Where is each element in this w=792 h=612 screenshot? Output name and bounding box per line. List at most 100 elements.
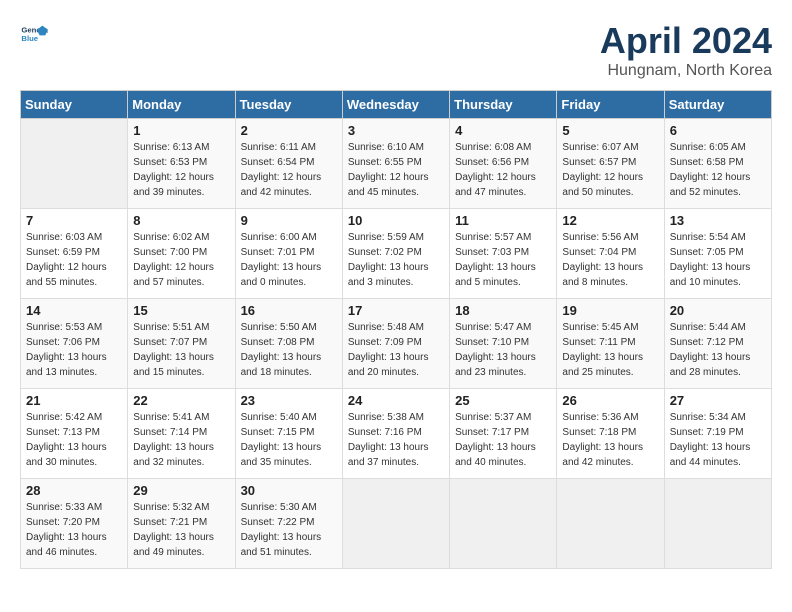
calendar-cell: 29 Sunrise: 5:32 AM Sunset: 7:21 PM Dayli… bbox=[128, 479, 235, 569]
day-header: Saturday bbox=[664, 91, 771, 119]
day-number: 24 bbox=[348, 393, 444, 408]
day-info: Sunrise: 5:32 AM Sunset: 7:21 PM Dayligh… bbox=[133, 500, 229, 560]
day-number: 23 bbox=[241, 393, 337, 408]
day-info: Sunrise: 6:00 AM Sunset: 7:01 PM Dayligh… bbox=[241, 230, 337, 290]
day-number: 13 bbox=[670, 213, 766, 228]
day-number: 27 bbox=[670, 393, 766, 408]
calendar-week-row: 21 Sunrise: 5:42 AM Sunset: 7:13 PM Dayli… bbox=[21, 389, 772, 479]
calendar-cell: 4Sunrise: 6:08 AM Sunset: 6:56 PM Daylig… bbox=[450, 119, 557, 209]
calendar-cell: 20Sunrise: 5:44 AM Sunset: 7:12 PM Dayli… bbox=[664, 299, 771, 389]
day-number: 15 bbox=[133, 303, 229, 318]
day-number: 9 bbox=[241, 213, 337, 228]
day-number: 18 bbox=[455, 303, 551, 318]
day-number: 22 bbox=[133, 393, 229, 408]
calendar-cell bbox=[21, 119, 128, 209]
day-number: 8 bbox=[133, 213, 229, 228]
calendar-cell bbox=[664, 479, 771, 569]
day-info: Sunrise: 6:05 AM Sunset: 6:58 PM Dayligh… bbox=[670, 140, 766, 200]
day-number: 26 bbox=[562, 393, 658, 408]
calendar-cell bbox=[557, 479, 664, 569]
calendar-cell: 24 Sunrise: 5:38 AM Sunset: 7:16 PM Dayli… bbox=[342, 389, 449, 479]
title-area: April 2024 Hungnam, North Korea bbox=[600, 20, 772, 80]
day-info: Sunrise: 5:54 AM Sunset: 7:05 PM Dayligh… bbox=[670, 230, 766, 290]
calendar-cell: 7Sunrise: 6:03 AM Sunset: 6:59 PM Daylig… bbox=[21, 209, 128, 299]
day-number: 5 bbox=[562, 123, 658, 138]
day-info: Sunrise: 6:13 AM Sunset: 6:53 PM Dayligh… bbox=[133, 140, 229, 200]
day-number: 30 bbox=[241, 483, 337, 498]
day-info: Sunrise: 5:57 AM Sunset: 7:03 PM Dayligh… bbox=[455, 230, 551, 290]
day-number: 6 bbox=[670, 123, 766, 138]
day-number: 2 bbox=[241, 123, 337, 138]
day-info: Sunrise: 5:41 AM Sunset: 7:14 PM Dayligh… bbox=[133, 410, 229, 470]
svg-text:Blue: Blue bbox=[21, 34, 38, 43]
day-number: 11 bbox=[455, 213, 551, 228]
day-number: 10 bbox=[348, 213, 444, 228]
logo-icon: General Blue bbox=[20, 20, 48, 48]
calendar-cell: 17 Sunrise: 5:48 AM Sunset: 7:09 PM Dayli… bbox=[342, 299, 449, 389]
day-header: Monday bbox=[128, 91, 235, 119]
calendar-cell: 16Sunrise: 5:50 AM Sunset: 7:08 PM Dayli… bbox=[235, 299, 342, 389]
header: General Blue April 2024 Hungnam, North K… bbox=[20, 20, 772, 80]
logo: General Blue bbox=[20, 20, 48, 48]
location-title: Hungnam, North Korea bbox=[600, 62, 772, 80]
day-number: 19 bbox=[562, 303, 658, 318]
day-info: Sunrise: 5:37 AM Sunset: 7:17 PM Dayligh… bbox=[455, 410, 551, 470]
day-number: 28 bbox=[26, 483, 122, 498]
calendar-cell: 23Sunrise: 5:40 AM Sunset: 7:15 PM Dayli… bbox=[235, 389, 342, 479]
day-header: Friday bbox=[557, 91, 664, 119]
calendar-week-row: 1 Sunrise: 6:13 AM Sunset: 6:53 PM Daylig… bbox=[21, 119, 772, 209]
calendar-cell: 10 Sunrise: 5:59 AM Sunset: 7:02 PM Dayli… bbox=[342, 209, 449, 299]
day-info: Sunrise: 6:02 AM Sunset: 7:00 PM Dayligh… bbox=[133, 230, 229, 290]
calendar-cell: 5 Sunrise: 6:07 AM Sunset: 6:57 PM Daylig… bbox=[557, 119, 664, 209]
day-number: 21 bbox=[26, 393, 122, 408]
day-info: Sunrise: 6:10 AM Sunset: 6:55 PM Dayligh… bbox=[348, 140, 444, 200]
day-info: Sunrise: 5:45 AM Sunset: 7:11 PM Dayligh… bbox=[562, 320, 658, 380]
day-info: Sunrise: 5:53 AM Sunset: 7:06 PM Dayligh… bbox=[26, 320, 122, 380]
calendar-cell: 3 Sunrise: 6:10 AM Sunset: 6:55 PM Daylig… bbox=[342, 119, 449, 209]
day-info: Sunrise: 6:03 AM Sunset: 6:59 PM Dayligh… bbox=[26, 230, 122, 290]
day-number: 3 bbox=[348, 123, 444, 138]
day-info: Sunrise: 6:07 AM Sunset: 6:57 PM Dayligh… bbox=[562, 140, 658, 200]
day-info: Sunrise: 5:38 AM Sunset: 7:16 PM Dayligh… bbox=[348, 410, 444, 470]
day-info: Sunrise: 5:36 AM Sunset: 7:18 PM Dayligh… bbox=[562, 410, 658, 470]
day-info: Sunrise: 5:42 AM Sunset: 7:13 PM Dayligh… bbox=[26, 410, 122, 470]
day-info: Sunrise: 5:59 AM Sunset: 7:02 PM Dayligh… bbox=[348, 230, 444, 290]
calendar-cell: 21 Sunrise: 5:42 AM Sunset: 7:13 PM Dayli… bbox=[21, 389, 128, 479]
day-number: 1 bbox=[133, 123, 229, 138]
day-info: Sunrise: 5:50 AM Sunset: 7:08 PM Dayligh… bbox=[241, 320, 337, 380]
day-info: Sunrise: 5:51 AM Sunset: 7:07 PM Dayligh… bbox=[133, 320, 229, 380]
day-header: Tuesday bbox=[235, 91, 342, 119]
calendar-cell: 26 Sunrise: 5:36 AM Sunset: 7:18 PM Dayli… bbox=[557, 389, 664, 479]
day-info: Sunrise: 6:08 AM Sunset: 6:56 PM Dayligh… bbox=[455, 140, 551, 200]
day-number: 17 bbox=[348, 303, 444, 318]
day-header: Wednesday bbox=[342, 91, 449, 119]
calendar-cell: 6 Sunrise: 6:05 AM Sunset: 6:58 PM Daylig… bbox=[664, 119, 771, 209]
calendar-cell: 15 Sunrise: 5:51 AM Sunset: 7:07 PM Dayli… bbox=[128, 299, 235, 389]
month-title: April 2024 bbox=[600, 20, 772, 62]
calendar-cell: 25 Sunrise: 5:37 AM Sunset: 7:17 PM Dayli… bbox=[450, 389, 557, 479]
calendar-cell: 27 Sunrise: 5:34 AM Sunset: 7:19 PM Dayli… bbox=[664, 389, 771, 479]
calendar-cell bbox=[450, 479, 557, 569]
day-number: 29 bbox=[133, 483, 229, 498]
calendar-cell: 13 Sunrise: 5:54 AM Sunset: 7:05 PM Dayli… bbox=[664, 209, 771, 299]
header-row: SundayMondayTuesdayWednesdayThursdayFrid… bbox=[21, 91, 772, 119]
day-info: Sunrise: 6:11 AM Sunset: 6:54 PM Dayligh… bbox=[241, 140, 337, 200]
day-info: Sunrise: 5:30 AM Sunset: 7:22 PM Dayligh… bbox=[241, 500, 337, 560]
day-info: Sunrise: 5:47 AM Sunset: 7:10 PM Dayligh… bbox=[455, 320, 551, 380]
calendar-cell: 9 Sunrise: 6:00 AM Sunset: 7:01 PM Daylig… bbox=[235, 209, 342, 299]
day-info: Sunrise: 5:33 AM Sunset: 7:20 PM Dayligh… bbox=[26, 500, 122, 560]
calendar-cell: 22 Sunrise: 5:41 AM Sunset: 7:14 PM Dayli… bbox=[128, 389, 235, 479]
calendar-cell: 19 Sunrise: 5:45 AM Sunset: 7:11 PM Dayli… bbox=[557, 299, 664, 389]
day-number: 25 bbox=[455, 393, 551, 408]
calendar-cell bbox=[342, 479, 449, 569]
calendar-cell: 2 Sunrise: 6:11 AM Sunset: 6:54 PM Daylig… bbox=[235, 119, 342, 209]
calendar-cell: 18 Sunrise: 5:47 AM Sunset: 7:10 PM Dayli… bbox=[450, 299, 557, 389]
day-number: 12 bbox=[562, 213, 658, 228]
day-info: Sunrise: 5:48 AM Sunset: 7:09 PM Dayligh… bbox=[348, 320, 444, 380]
calendar-week-row: 14Sunrise: 5:53 AM Sunset: 7:06 PM Dayli… bbox=[21, 299, 772, 389]
calendar-cell: 28 Sunrise: 5:33 AM Sunset: 7:20 PM Dayli… bbox=[21, 479, 128, 569]
day-info: Sunrise: 5:56 AM Sunset: 7:04 PM Dayligh… bbox=[562, 230, 658, 290]
day-info: Sunrise: 5:34 AM Sunset: 7:19 PM Dayligh… bbox=[670, 410, 766, 470]
calendar-cell: 12 Sunrise: 5:56 AM Sunset: 7:04 PM Dayli… bbox=[557, 209, 664, 299]
calendar-week-row: 7Sunrise: 6:03 AM Sunset: 6:59 PM Daylig… bbox=[21, 209, 772, 299]
